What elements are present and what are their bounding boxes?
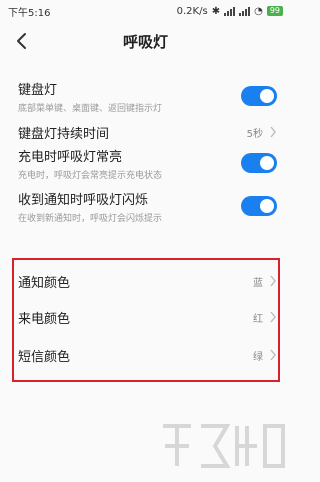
row-sub: 在收到新通知时，呼吸灯会闪烁提示 [18,213,163,224]
row-label: 来电颜色 [18,311,71,327]
chevron-right-icon [270,349,276,361]
signal-icon [224,6,236,16]
row-label: 短信颜色 [18,349,71,365]
notification-blink-toggle[interactable] [241,196,277,216]
wifi-icon: ◔ [254,5,263,17]
chevron-right-icon [270,275,276,287]
chevron-right-icon [270,126,276,138]
status-time: 下午5:16 [8,7,51,19]
header: 呼吸灯 [0,22,291,60]
toggle-knob [260,199,274,213]
row-label: 通知颜色 [18,275,71,291]
signal-icon-2 [239,6,251,16]
row-label: 键盘灯持续时间 [18,126,110,142]
network-speed: 0.2K/s [176,5,208,17]
row-keyboard-light[interactable]: 键盘灯 底部菜单键、桌面键、返回键指示灯 [0,74,291,118]
toggle-knob [260,89,274,103]
bluetooth-icon: ✱ [211,5,221,17]
row-value: 5秒 [246,128,263,140]
row-sub: 充电时，呼吸灯会常亮提示充电状态 [18,170,163,181]
battery-icon: 99 [266,6,283,16]
row-label: 键盘灯 [18,82,58,98]
row-value: 蓝 [253,277,263,289]
row-notification-blink[interactable]: 收到通知时呼吸灯闪烁 在收到新通知时，呼吸灯会闪烁提示 [0,183,291,229]
toggle-knob [260,156,274,170]
row-notification-color[interactable]: 通知颜色 蓝 [0,262,291,300]
row-sub: 底部菜单键、桌面键、返回键指示灯 [18,103,163,114]
watermark-logo [163,424,285,468]
row-charging-light[interactable]: 充电时呼吸灯常亮 充电时，呼吸灯会常亮提示充电状态 [0,140,291,186]
page-title: 呼吸灯 [122,32,168,51]
status-icons: 0.2K/s ✱ ◔ 99 [177,6,283,17]
keyboard-light-toggle[interactable] [241,86,277,106]
back-arrow-icon[interactable] [12,30,32,52]
charging-light-toggle[interactable] [241,153,277,173]
chevron-right-icon [270,311,276,323]
row-label: 收到通知时呼吸灯闪烁 [18,192,149,208]
row-label: 充电时呼吸灯常亮 [18,149,123,165]
row-call-color[interactable]: 来电颜色 红 [0,298,291,336]
status-bar: 下午5:16 0.2K/s ✱ ◔ 99 [0,0,291,22]
row-sms-color[interactable]: 短信颜色 绿 [0,336,291,374]
row-value: 绿 [253,351,263,363]
row-value: 红 [253,313,263,325]
